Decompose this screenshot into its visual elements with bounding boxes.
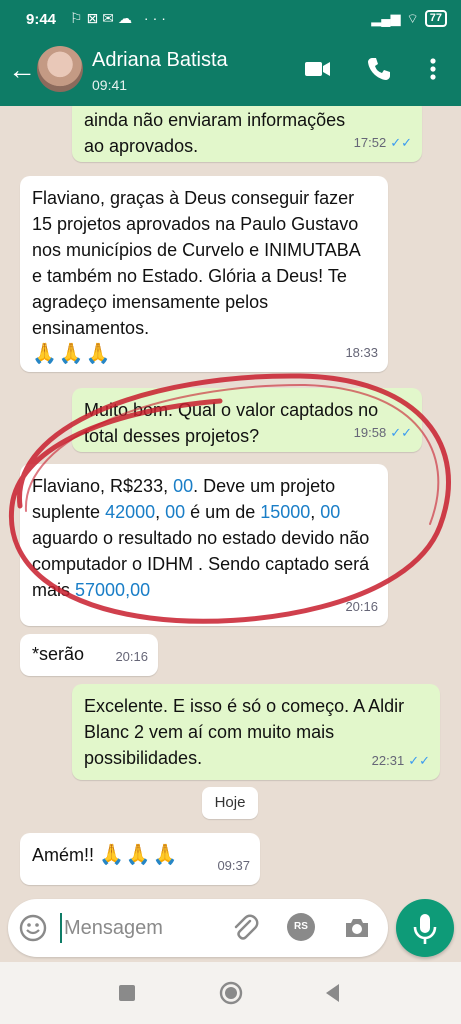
- message-outgoing[interactable]: Muito bom. Qual o valor captados no tota…: [72, 388, 422, 452]
- chat-area[interactable]: ainda não enviaram informações ao aprova…: [0, 106, 461, 894]
- praying-hands-emoji: 🙏🙏🙏: [99, 844, 180, 866]
- emoji-icon[interactable]: [18, 913, 48, 943]
- message-text: Flaviano, graças à Deus conseguir fazer …: [32, 188, 360, 338]
- attach-icon[interactable]: [230, 913, 260, 943]
- status-time: 9:44: [26, 11, 57, 28]
- payment-icon[interactable]: RS: [287, 913, 315, 941]
- double-check-icon: ✓✓: [390, 425, 412, 440]
- camera-icon[interactable]: [342, 913, 372, 943]
- status-right: ▂▄▆ ⌔ 77: [371, 10, 447, 27]
- message-time: 19:58: [353, 425, 387, 440]
- back-arrow-icon[interactable]: ←: [8, 52, 38, 88]
- signal-icon: ▂▄▆: [371, 10, 401, 26]
- contact-status: 09:41: [92, 77, 128, 93]
- double-check-icon: ✓✓: [408, 753, 430, 768]
- contact-name[interactable]: Adriana Batista: [92, 49, 228, 72]
- message-composer: RS: [8, 899, 388, 957]
- video-call-icon[interactable]: [302, 54, 332, 84]
- status-bar: 9:44 ⚐⊠✉☁ ··· ▂▄▆ ⌔ 77: [0, 0, 461, 40]
- message-incoming[interactable]: Amém!! 🙏🙏🙏 09:37: [20, 833, 260, 885]
- message-time: 17:52: [353, 135, 387, 150]
- message-time: 22:31: [371, 753, 405, 768]
- message-input[interactable]: [60, 913, 220, 943]
- chat-header: ← Adriana Batista 09:41: [0, 40, 461, 106]
- battery-icon: 77: [424, 10, 447, 27]
- message-text: ainda não enviaram informações ao aprova…: [84, 110, 346, 156]
- double-check-icon: ✓✓: [390, 135, 412, 150]
- recents-icon[interactable]: [114, 980, 140, 1006]
- message-time: 09:37: [217, 858, 250, 873]
- nav-back-icon[interactable]: [320, 980, 346, 1006]
- message-outgoing[interactable]: ainda não enviaram informações ao aprova…: [72, 106, 422, 162]
- home-icon[interactable]: [218, 980, 244, 1006]
- message-time: 20:16: [115, 649, 148, 664]
- message-text: Amém!!: [32, 845, 95, 865]
- message-time: 18:33: [345, 345, 378, 360]
- message-incoming[interactable]: Flaviano, graças à Deus conseguir fazer …: [20, 176, 388, 372]
- mic-button[interactable]: [396, 899, 454, 957]
- wifi-icon: ⌔: [406, 10, 419, 26]
- message-text: *serão: [32, 644, 85, 664]
- avatar[interactable]: [37, 46, 83, 92]
- phone-icon[interactable]: [364, 54, 394, 84]
- system-nav-bar: [0, 962, 461, 1024]
- message-incoming[interactable]: *serão 20:16: [20, 634, 158, 676]
- message-text: Flaviano, R$233, 00. Deve um projeto sup…: [32, 476, 370, 600]
- message-incoming[interactable]: Flaviano, R$233, 00. Deve um projeto sup…: [20, 464, 388, 626]
- praying-hands-emoji: 🙏🙏🙏: [32, 343, 113, 365]
- more-options-icon[interactable]: [418, 54, 448, 84]
- date-chip: Hoje: [202, 787, 258, 819]
- message-time: 20:16: [345, 599, 378, 614]
- message-outgoing[interactable]: Excelente. E isso é só o começo. A Aldir…: [72, 684, 440, 780]
- notification-icons: ⚐⊠✉☁ ···: [70, 10, 170, 26]
- mic-icon: [413, 914, 437, 944]
